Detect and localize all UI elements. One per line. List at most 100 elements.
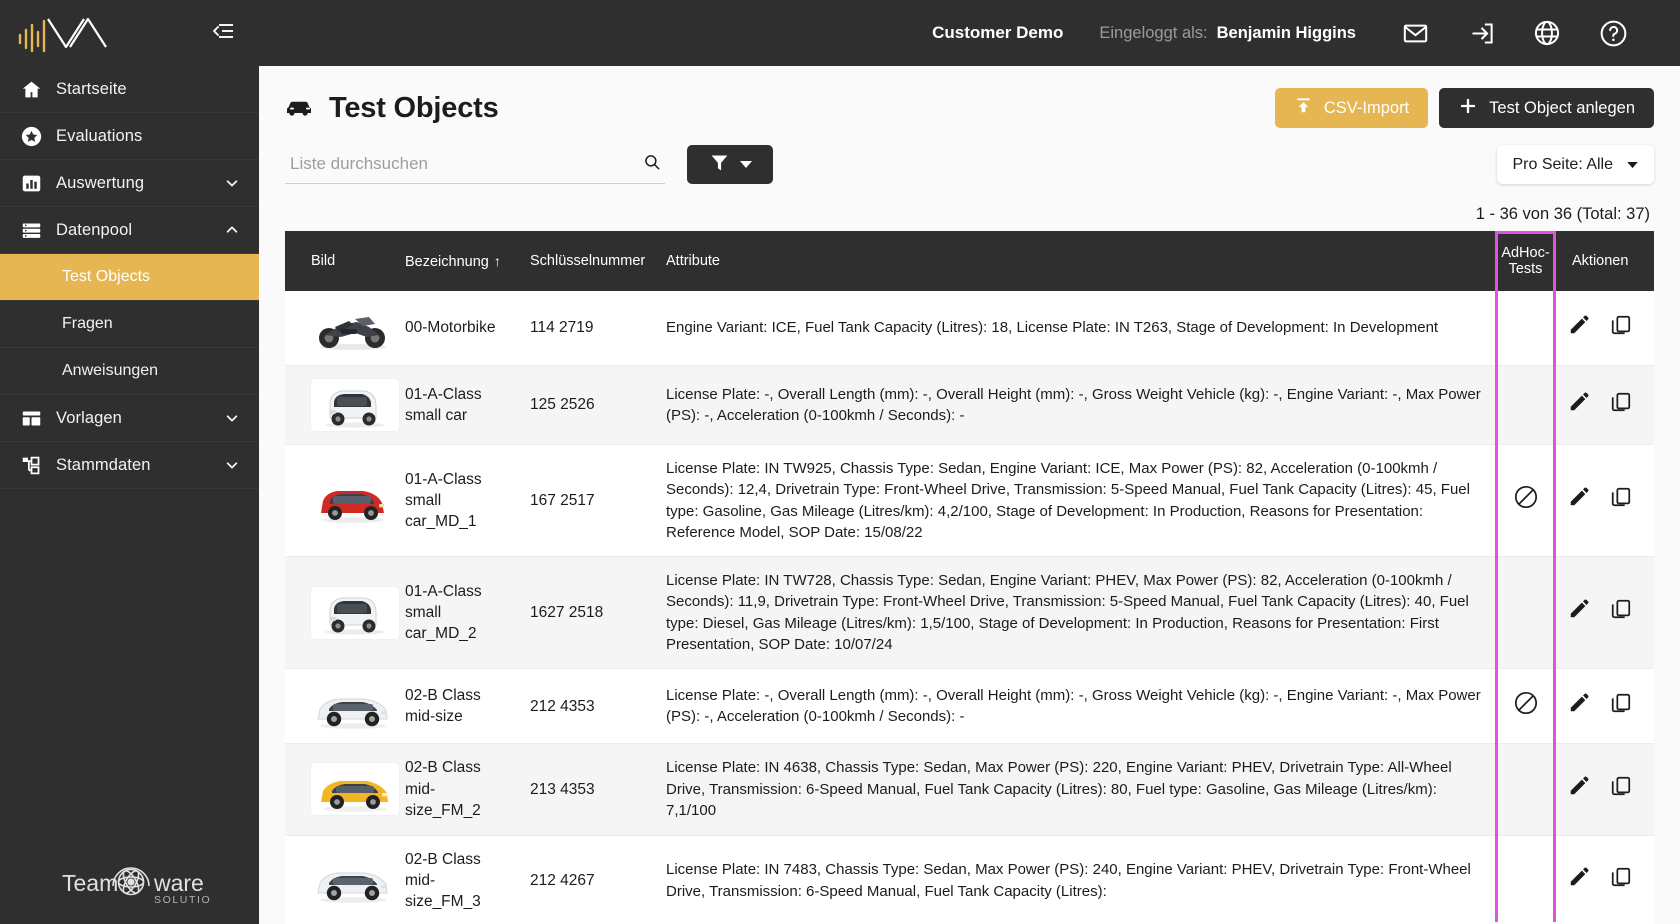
column-header-aktionen: Aktionen	[1554, 231, 1654, 291]
copy-icon[interactable]	[1610, 391, 1632, 420]
chevron-down-icon	[225, 411, 239, 425]
globe-icon[interactable]	[1514, 0, 1580, 66]
top-bar: Customer Demo Eingeloggt als: Benjamin H…	[259, 0, 1680, 66]
svg-text:ware: ware	[153, 870, 204, 896]
car-icon	[285, 97, 315, 119]
sidebar-item-fragen[interactable]: Fragen	[0, 301, 259, 348]
sidebar-nav: Startseite Evaluations Auswertung Datenp…	[0, 66, 259, 489]
table-row[interactable]: 02-B Class mid-size_FM_2 213 4353 License …	[285, 743, 1654, 835]
test-objects-table-wrap: Bild Bezeichnung ↑ Schlüsselnummer Attrib…	[285, 231, 1654, 924]
sidebar: Startseite Evaluations Auswertung Datenp…	[0, 0, 259, 924]
logout-icon[interactable]	[1448, 0, 1514, 66]
list-icon	[20, 219, 42, 241]
cell-bild	[285, 557, 399, 669]
column-header-attribute[interactable]: Attribute	[656, 231, 1497, 291]
funnel-icon	[709, 152, 730, 178]
cell-adhoc-tests[interactable]	[1497, 835, 1554, 924]
cell-bezeichnung: 01-A-Class small car_MD_1	[405, 470, 482, 531]
edit-icon[interactable]	[1568, 598, 1590, 627]
sidebar-item-stammdaten[interactable]: Stammdaten	[0, 442, 259, 489]
cell-attribute: License Plate: IN 4638, Chassis Type: Se…	[666, 759, 1452, 820]
cell-aktionen	[1554, 557, 1654, 669]
cell-bezeichnung: 01-A-Class small car_MD_2	[405, 582, 482, 643]
whitecar-thumb	[311, 682, 395, 730]
cell-bild	[285, 744, 399, 835]
column-header-schluesselnummer[interactable]: Schlüsselnummer	[520, 231, 656, 291]
cell-adhoc-tests[interactable]	[1497, 445, 1554, 557]
cell-attribute: Engine Variant: ICE, Fuel Tank Capacity …	[666, 319, 1439, 337]
sidebar-subitem-label: Test Objects	[62, 268, 151, 285]
table-row[interactable]: 01-A-Class small car_MD_2 1627 2518 Licens…	[285, 556, 1654, 669]
table-row[interactable]: 00-Motorbike 114 2719 Engine Variant: ICE,…	[285, 291, 1654, 366]
cell-bezeichnung: 00-Motorbike	[405, 319, 496, 337]
sidebar-item-vorlagen[interactable]: Vorlagen	[0, 395, 259, 442]
logged-in-user: Benjamin Higgins	[1216, 23, 1356, 42]
sidebar-collapse-icon[interactable]	[211, 21, 235, 46]
chevron-down-icon	[225, 458, 239, 472]
caret-down-icon	[739, 156, 752, 174]
per-page-label: Pro Seite: Alle	[1512, 155, 1614, 173]
filter-button[interactable]	[687, 145, 773, 184]
cell-aktionen	[1554, 669, 1654, 744]
sidebar-item-test-objects[interactable]: Test Objects	[0, 254, 259, 301]
search-input[interactable]	[285, 150, 665, 184]
search-icon[interactable]	[643, 153, 661, 176]
test-objects-table: Bild Bezeichnung ↑ Schlüsselnummer Attrib…	[285, 231, 1654, 924]
blocked-icon[interactable]	[1513, 486, 1539, 514]
cell-adhoc-tests[interactable]	[1497, 669, 1554, 744]
page-header: Test Objects CSV-Import Test Object anle…	[285, 66, 1654, 128]
copy-icon[interactable]	[1610, 598, 1632, 627]
per-page-dropdown[interactable]: Pro Seite: Alle	[1496, 145, 1654, 184]
copy-icon[interactable]	[1610, 692, 1632, 721]
sidebar-item-startseite[interactable]: Startseite	[0, 66, 259, 113]
cell-schluesselnummer: 125 2526	[530, 396, 595, 414]
cell-adhoc-tests[interactable]	[1497, 744, 1554, 835]
edit-icon[interactable]	[1568, 692, 1590, 721]
copy-icon[interactable]	[1610, 486, 1632, 515]
column-header-bezeichnung[interactable]: Bezeichnung ↑	[395, 231, 520, 291]
create-test-object-label: Test Object anlegen	[1489, 98, 1635, 117]
sidebar-subitem-label: Anweisungen	[62, 362, 159, 379]
edit-icon[interactable]	[1568, 866, 1590, 895]
cell-schluesselnummer: 167 2517	[530, 491, 595, 509]
mail-icon[interactable]	[1382, 0, 1448, 66]
csv-import-button[interactable]: CSV-Import	[1274, 88, 1429, 128]
column-header-bild[interactable]: Bild	[285, 231, 395, 291]
help-icon[interactable]	[1580, 0, 1646, 66]
cell-adhoc-tests[interactable]	[1497, 291, 1554, 366]
sidebar-item-label: Vorlagen	[56, 408, 122, 427]
edit-icon[interactable]	[1568, 775, 1590, 804]
table-row[interactable]: 02-B Class mid-size 212 4353 License Plate…	[285, 668, 1654, 744]
sidebar-item-auswertung[interactable]: Auswertung	[0, 160, 259, 207]
edit-icon[interactable]	[1568, 314, 1590, 343]
column-header-adhoc-tests[interactable]: AdHoc-Tests	[1497, 231, 1554, 291]
cell-bezeichnung: 02-B Class mid-size	[405, 687, 481, 726]
table-row[interactable]: 01-A-Class small car 125 2526 License Plat…	[285, 365, 1654, 445]
copy-icon[interactable]	[1610, 314, 1632, 343]
create-test-object-button[interactable]: Test Object anlegen	[1439, 88, 1654, 128]
app-logo-icon	[14, 13, 132, 53]
microcar-thumb	[311, 379, 399, 431]
cell-schluesselnummer: 212 4353	[530, 697, 595, 715]
table-row[interactable]: 02-B Class mid-size_FM_3 212 4267 License …	[285, 835, 1654, 924]
cell-bezeichnung: 02-B Class mid-size_FM_3	[405, 850, 481, 911]
sidebar-item-datenpool[interactable]: Datenpool	[0, 207, 259, 254]
cell-adhoc-tests[interactable]	[1497, 557, 1554, 669]
blocked-icon[interactable]	[1513, 691, 1539, 720]
table-row[interactable]: 01-A-Class small car_MD_1 167 2517 License…	[285, 444, 1654, 557]
cell-aktionen	[1554, 291, 1654, 366]
cell-bild	[285, 366, 399, 445]
cell-adhoc-tests[interactable]	[1497, 366, 1554, 445]
hierarchy-icon	[20, 454, 42, 476]
copy-icon[interactable]	[1610, 866, 1632, 895]
sidebar-item-anweisungen[interactable]: Anweisungen	[0, 348, 259, 395]
edit-icon[interactable]	[1568, 391, 1590, 420]
sidebar-subitem-label: Fragen	[62, 315, 113, 332]
upload-icon	[1294, 96, 1313, 120]
search-box	[285, 150, 665, 184]
sidebar-item-evaluations[interactable]: Evaluations	[0, 113, 259, 160]
cell-attribute: License Plate: -, Overall Length (mm): -…	[666, 385, 1481, 424]
edit-icon[interactable]	[1568, 486, 1590, 515]
copy-icon[interactable]	[1610, 775, 1632, 804]
